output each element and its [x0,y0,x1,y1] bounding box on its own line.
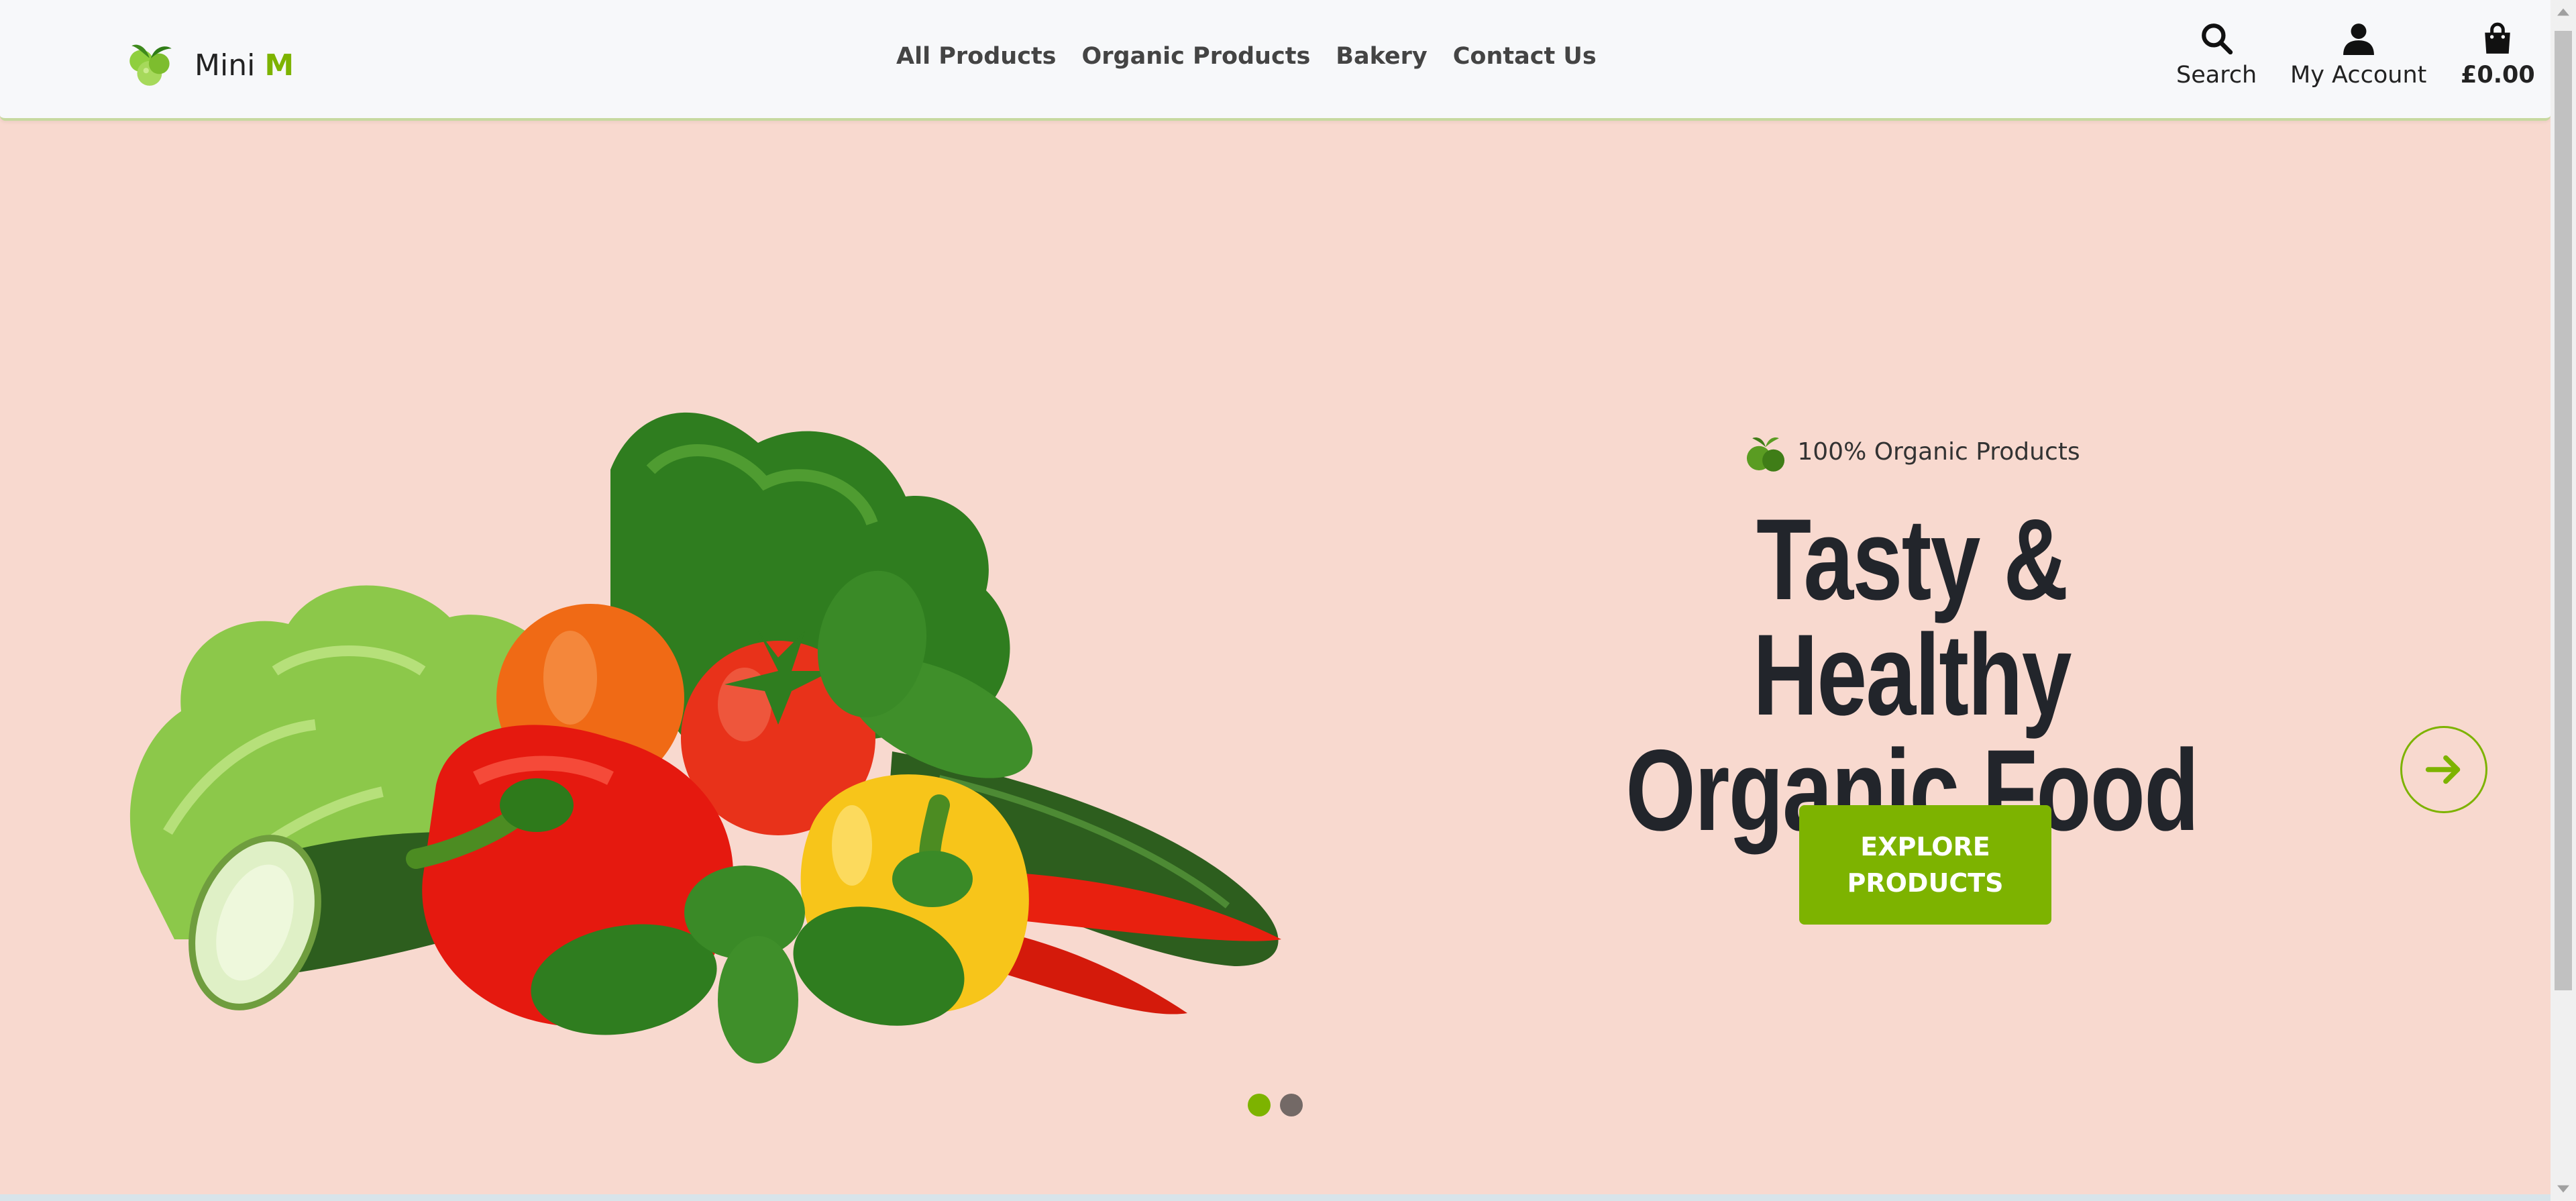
main-nav: All Products Organic Products Bakery Con… [896,43,1597,70]
my-account-button[interactable]: My Account [2290,21,2426,89]
nav-organic-products[interactable]: Organic Products [1082,43,1311,70]
page-bottom-edge [0,1194,2551,1201]
search-icon [2202,23,2233,55]
hero-copy: 100% Organic Products Tasty & Healthy Or… [1523,429,2301,848]
cart-button[interactable]: £0.00 [2461,21,2535,89]
organic-apple-icon [1747,437,1785,472]
tagline-text: 100% Organic Products [1797,437,2080,466]
next-slide-button[interactable] [2400,726,2487,813]
search-button[interactable]: Search [2176,21,2257,89]
nav-all-products[interactable]: All Products [896,43,1057,70]
slide-dot-1[interactable] [1248,1094,1271,1116]
site-logo[interactable]: Mini M [125,35,294,95]
nav-bakery[interactable]: Bakery [1336,43,1427,70]
scroll-up-icon[interactable] [2551,0,2576,24]
scroll-thumb[interactable] [2555,31,2572,990]
user-icon [2343,23,2374,55]
cart-total: £0.00 [2461,62,2535,89]
logo-word: Mini [195,48,256,83]
search-label: Search [2176,62,2257,89]
shopping-bag-icon [2485,22,2511,54]
vegetables-image [129,412,1281,1063]
explore-products-label: EXPLORE PRODUCTS [1847,832,2004,898]
slider-dots [1248,1094,1303,1116]
hero-tagline: 100% Organic Products [1523,429,2301,474]
slide-dot-2[interactable] [1280,1094,1303,1116]
logo-text: Mini M [195,48,294,83]
my-account-label: My Account [2290,62,2427,89]
site-header: Mini M All Products Organic Products Bak… [0,0,2551,121]
hero-title-line-1: Tasty & Healthy [1753,495,2072,739]
vertical-scrollbar[interactable] [2551,0,2576,1201]
logo-accent-letter: M [264,48,294,83]
apple-logo-icon [129,44,172,86]
explore-products-button[interactable]: EXPLORE PRODUCTS [1799,805,2051,925]
nav-contact-us[interactable]: Contact Us [1453,43,1597,70]
hero-title: Tasty & Healthy Organic Food [1609,502,2216,848]
scroll-down-icon[interactable] [2551,1177,2576,1201]
arrow-right-icon [2425,755,2461,784]
